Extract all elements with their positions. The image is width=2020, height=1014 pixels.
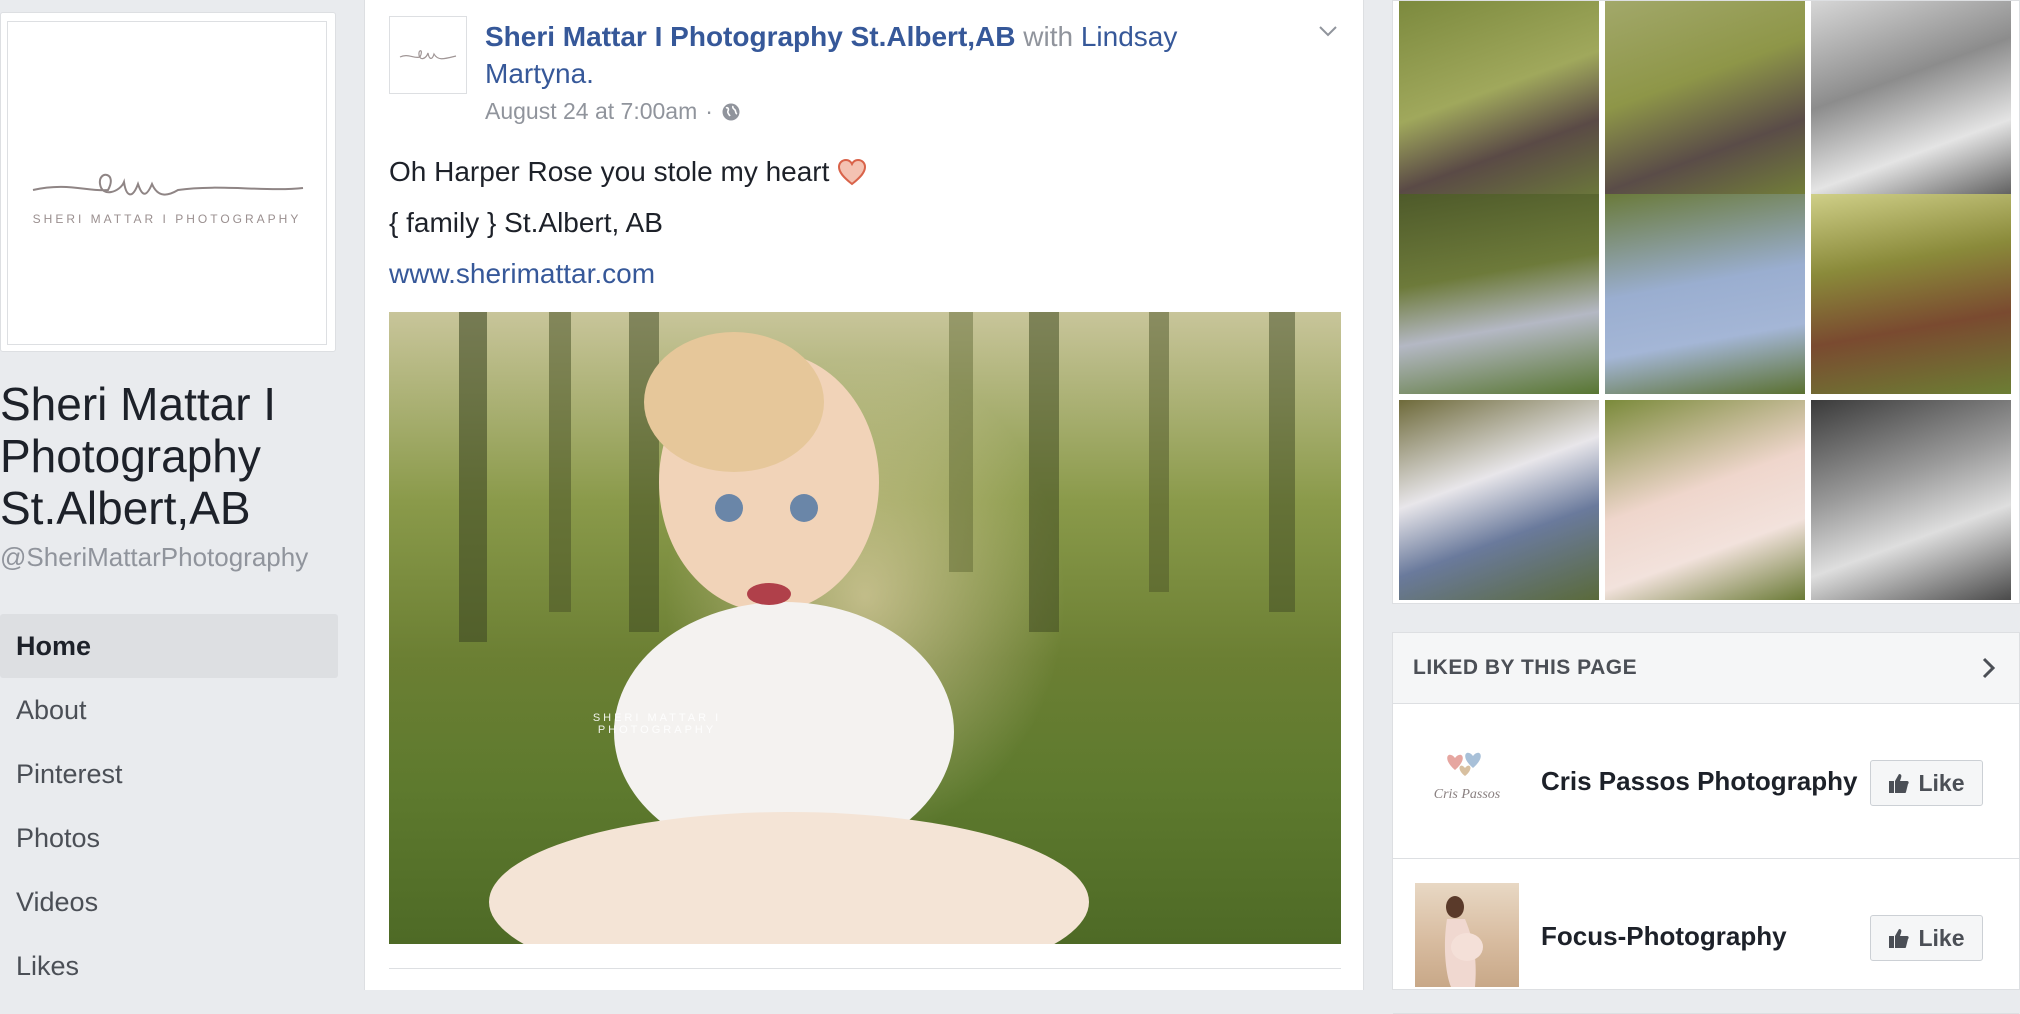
post-text-line-1: Oh Harper Rose you stole my heart: [389, 156, 830, 187]
page-title-line: St.Albert,AB: [0, 482, 251, 534]
signature-logo-icon: [399, 50, 457, 60]
like-button[interactable]: Like: [1870, 760, 1983, 806]
logo-caption: SHERI MATTAR I PHOTOGRAPHY: [32, 212, 302, 226]
like-button-label: Like: [1918, 769, 1965, 796]
grid-photo[interactable]: [1399, 194, 1599, 394]
nav-item-about[interactable]: About: [0, 678, 338, 742]
nav-item-photos[interactable]: Photos: [0, 806, 338, 870]
signature-logo-icon: [32, 174, 304, 196]
divider: [389, 968, 1341, 969]
nav-item-home[interactable]: Home: [0, 614, 338, 678]
chevron-down-icon[interactable]: [1315, 18, 1341, 44]
grid-photo[interactable]: [1399, 1, 1599, 201]
like-button-label: Like: [1918, 924, 1965, 951]
liked-page-item: Cris Passos Cris Passos Photography Like: [1393, 704, 2019, 859]
page-title-line: Sheri Mattar I: [0, 378, 277, 430]
liked-by-page-box: LIKED BY THIS PAGE Cris Passos Cris Pass…: [1392, 632, 2020, 1014]
like-button[interactable]: Like: [1870, 915, 1983, 961]
grid-photo[interactable]: [1605, 400, 1805, 600]
liked-by-page-header: LIKED BY THIS PAGE: [1393, 633, 2019, 704]
nav-item-likes[interactable]: Likes: [0, 934, 338, 998]
liked-page-item: Focus-Photography Like: [1393, 859, 2019, 1014]
grid-photo[interactable]: [1399, 400, 1599, 600]
liked-page-name[interactable]: Cris Passos Photography: [1541, 704, 1857, 858]
post-card: Sheri Mattar I Photography St.Albert,AB …: [364, 0, 1364, 990]
post-body: Oh Harper Rose you stole my heart { fami…: [389, 154, 867, 307]
post-text-line-2: { family } St.Albert, AB: [389, 207, 663, 238]
cris-passos-logo-text: Cris Passos: [1434, 787, 1501, 802]
meta-separator: ·: [705, 98, 713, 124]
photo-watermark: SHERI MATTAR I PHOTOGRAPHY: [592, 712, 722, 736]
nav-item-videos[interactable]: Videos: [0, 870, 338, 934]
cris-passos-logo: Cris Passos: [1415, 728, 1519, 832]
thumbs-up-icon: [1889, 929, 1910, 948]
chevron-right-icon[interactable]: [1979, 655, 1999, 681]
heart-icon: [838, 158, 867, 186]
grid-photo[interactable]: [1811, 194, 2011, 394]
left-nav: Home About Pinterest Photos Videos Likes: [0, 614, 338, 998]
focus-photography-photo: [1444, 896, 1483, 987]
page-handle[interactable]: @SheriMattarPhotography: [0, 542, 308, 573]
post-external-link[interactable]: www.sherimattar.com: [389, 256, 867, 292]
grid-photo[interactable]: [1811, 1, 2011, 201]
post-timestamp[interactable]: August 24 at 7:00am: [485, 98, 697, 125]
thumbs-up-icon: [1889, 774, 1910, 793]
post-author-link[interactable]: Sheri Mattar I Photography St.Albert,AB: [485, 21, 1016, 52]
post-text-line: Oh Harper Rose you stole my heart: [389, 154, 867, 190]
liked-page-avatar[interactable]: Cris Passos: [1415, 728, 1519, 832]
profile-picture-card[interactable]: SHERI MATTAR I PHOTOGRAPHY: [0, 12, 336, 352]
post-meta: August 24 at 7:00am ·: [485, 98, 741, 125]
photos-grid: [1392, 0, 2020, 604]
post-photo[interactable]: SHERI MATTAR I PHOTOGRAPHY: [389, 312, 1341, 944]
grid-photo[interactable]: [1605, 1, 1805, 201]
nav-item-pinterest[interactable]: Pinterest: [0, 742, 338, 806]
grid-photo[interactable]: [1811, 400, 2011, 600]
page-title: Sheri Mattar I Photography St.Albert,AB: [0, 378, 360, 534]
page-title-line: Photography: [0, 430, 261, 482]
profile-picture[interactable]: SHERI MATTAR I PHOTOGRAPHY: [7, 21, 327, 345]
grid-photo[interactable]: [1605, 194, 1805, 394]
photo-background: [459, 312, 1295, 944]
liked-by-page-title: LIKED BY THIS PAGE: [1413, 656, 1638, 679]
post-author-avatar[interactable]: [389, 16, 467, 94]
post-header: Sheri Mattar I Photography St.Albert,AB …: [485, 18, 1245, 92]
with-label: with: [1023, 21, 1074, 52]
globe-icon[interactable]: [721, 102, 741, 122]
liked-page-avatar[interactable]: [1415, 883, 1519, 987]
